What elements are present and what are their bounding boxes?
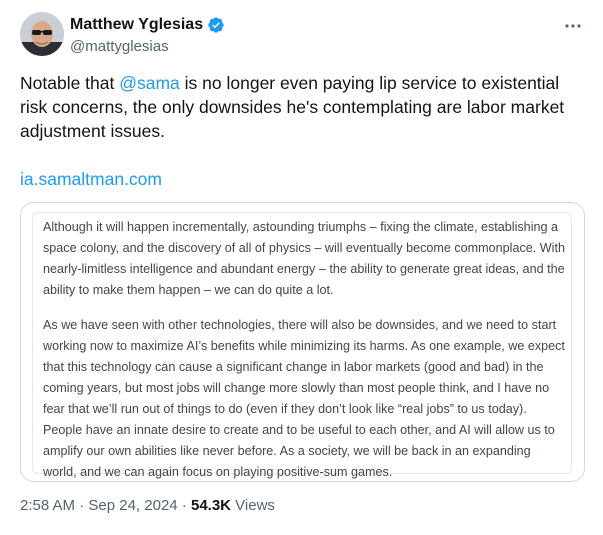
tweet-time[interactable]: 2:58 AM	[20, 497, 75, 514]
tweet-text-before: Notable that	[20, 73, 120, 93]
meta-separator-2: ·	[177, 497, 191, 514]
attached-image[interactable]: Although it will happen incrementally, a…	[20, 202, 585, 482]
tweet-header: Matthew Yglesias @mattyglesias	[20, 12, 590, 62]
avatar-photo	[20, 12, 64, 56]
meta-separator: ·	[75, 497, 89, 514]
avatar[interactable]	[20, 12, 64, 56]
views-label: Views	[231, 497, 275, 514]
display-name[interactable]: Matthew Yglesias	[70, 16, 203, 34]
more-options-button[interactable]	[562, 16, 584, 36]
user-names: Matthew Yglesias @mattyglesias	[70, 14, 225, 55]
user-handle[interactable]: @mattyglesias	[70, 38, 225, 55]
more-options-icon	[565, 24, 581, 28]
mention-link[interactable]: @sama	[119, 73, 180, 93]
quoted-text-body: Although it will happen incrementally, a…	[43, 217, 567, 481]
tweet-meta: 2:58 AM · Sep 24, 2024 · 54.3K Views	[20, 497, 275, 514]
tweet: Matthew Yglesias @mattyglesias Notable t…	[0, 0, 603, 535]
tweet-date[interactable]: Sep 24, 2024	[88, 497, 177, 514]
quoted-paragraph-1: Although it will happen incrementally, a…	[43, 220, 565, 297]
verified-badge-icon[interactable]	[207, 16, 225, 34]
external-link[interactable]: ia.samaltman.com	[20, 167, 162, 191]
quoted-text-screenshot: Although it will happen incrementally, a…	[32, 212, 572, 479]
display-name-row: Matthew Yglesias	[70, 14, 225, 36]
quoted-paragraph-2: As we have seen with other technologies,…	[43, 318, 565, 479]
tweet-text: Notable that @sama is no longer even pay…	[20, 71, 585, 143]
views-count: 54.3K	[190, 497, 232, 514]
